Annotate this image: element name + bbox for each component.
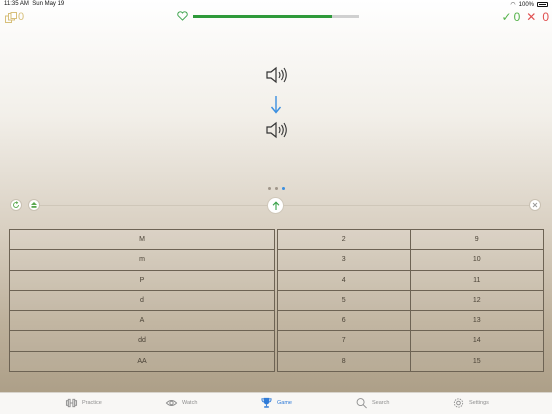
health-fill: [193, 14, 333, 18]
coins-count: 0: [18, 11, 25, 23]
correct-count: 0: [513, 10, 521, 24]
answer-option[interactable]: 5: [277, 289, 411, 312]
answer-option[interactable]: A: [9, 310, 275, 332]
tab-practice[interactable]: Practice: [65, 397, 102, 409]
answer-option[interactable]: 8: [277, 350, 411, 372]
tab-label: Game: [277, 400, 292, 406]
answer-option[interactable]: 6: [277, 310, 411, 332]
battery-icon: [537, 2, 548, 7]
answer-option[interactable]: d: [9, 289, 275, 312]
health-track: [193, 14, 359, 18]
answer-option[interactable]: 13: [410, 310, 544, 332]
refresh-icon: [13, 201, 19, 208]
trophy-icon: [261, 397, 272, 408]
score-panel: ✓ 0 ✕ 0: [502, 10, 550, 24]
status-indicators: ◠ 100%: [510, 1, 548, 8]
coins-icon: [5, 11, 17, 23]
tab-label: Settings: [469, 400, 489, 406]
answer-subcolumn-a: 2345678: [277, 229, 411, 378]
answer-option[interactable]: 10: [410, 249, 544, 271]
answer-column-left: Mm Pd Add AA: [9, 229, 275, 378]
tab-bar: Practice Watch Game Search Settings: [0, 392, 552, 414]
answer-option[interactable]: 9: [410, 229, 544, 251]
search-icon: [356, 398, 367, 409]
health-bar: [177, 11, 359, 21]
status-time: 11:35 AM Sun May 19: [4, 1, 64, 7]
answer-option[interactable]: 14: [410, 330, 544, 352]
tab-watch[interactable]: Watch: [165, 397, 197, 409]
answer-option[interactable]: 2: [277, 229, 411, 251]
speaker-icon[interactable]: [265, 121, 287, 139]
tab-search[interactable]: Search: [355, 397, 389, 409]
page-indicator[interactable]: [268, 187, 285, 190]
answer-option[interactable]: 7: [277, 330, 411, 352]
tab-label: Search: [372, 400, 390, 406]
eye-icon: [165, 400, 178, 406]
coins-counter: 0: [5, 11, 24, 23]
answer-option[interactable]: 12: [410, 289, 544, 312]
answer-column-right: 2345678 9 10 11 12 13 14 15: [277, 229, 544, 378]
page-dot[interactable]: [275, 187, 278, 190]
arrow-up-icon: [272, 200, 279, 210]
wifi-icon: ◠: [510, 2, 516, 8]
dumbbell-icon: [65, 398, 78, 408]
answer-option[interactable]: dd: [9, 330, 275, 352]
battery-text: 100%: [518, 1, 534, 8]
answer-option[interactable]: 11: [410, 269, 544, 291]
answer-option[interactable]: M: [9, 229, 275, 251]
status-bar: 11:35 AM Sun May 19 ◠ 100%: [0, 0, 552, 9]
page-dot[interactable]: [268, 187, 271, 190]
close-button[interactable]: [529, 199, 541, 211]
close-icon: [532, 202, 538, 208]
answer-option[interactable]: AA: [9, 350, 275, 372]
cross-icon: ✕: [526, 10, 537, 24]
tab-label: Watch: [182, 400, 198, 406]
gear-icon: [453, 398, 464, 408]
answer-option[interactable]: 15: [410, 350, 544, 372]
tab-game[interactable]: Game: [260, 397, 292, 409]
wrong-count: 0: [542, 10, 549, 24]
answer-option[interactable]: P: [9, 269, 275, 291]
answer-option[interactable]: 3: [277, 249, 411, 271]
answer-option[interactable]: m: [9, 249, 275, 271]
speaker-icon[interactable]: [265, 66, 287, 84]
answer-subcolumn-b: 9 10 11 12 13 14 15: [410, 229, 544, 378]
date-text: Sun May 19: [32, 1, 65, 7]
checkmark-icon: ✓: [501, 10, 512, 24]
upload-icon: [31, 202, 37, 208]
heart-icon: [177, 11, 188, 21]
tab-label: Practice: [82, 400, 102, 406]
share-button[interactable]: [28, 199, 40, 211]
page-dot[interactable]: [282, 187, 285, 190]
arrow-down-icon: [270, 96, 282, 114]
answer-option[interactable]: 4: [277, 269, 411, 291]
clock-text: 11:35 AM: [4, 1, 29, 7]
restart-button[interactable]: [10, 199, 22, 211]
tab-settings[interactable]: Settings: [452, 397, 489, 409]
answer-grid: Mm Pd Add AA 2345678 9 10 11 12 13 14 15: [9, 229, 544, 378]
next-question-button[interactable]: [267, 197, 284, 214]
